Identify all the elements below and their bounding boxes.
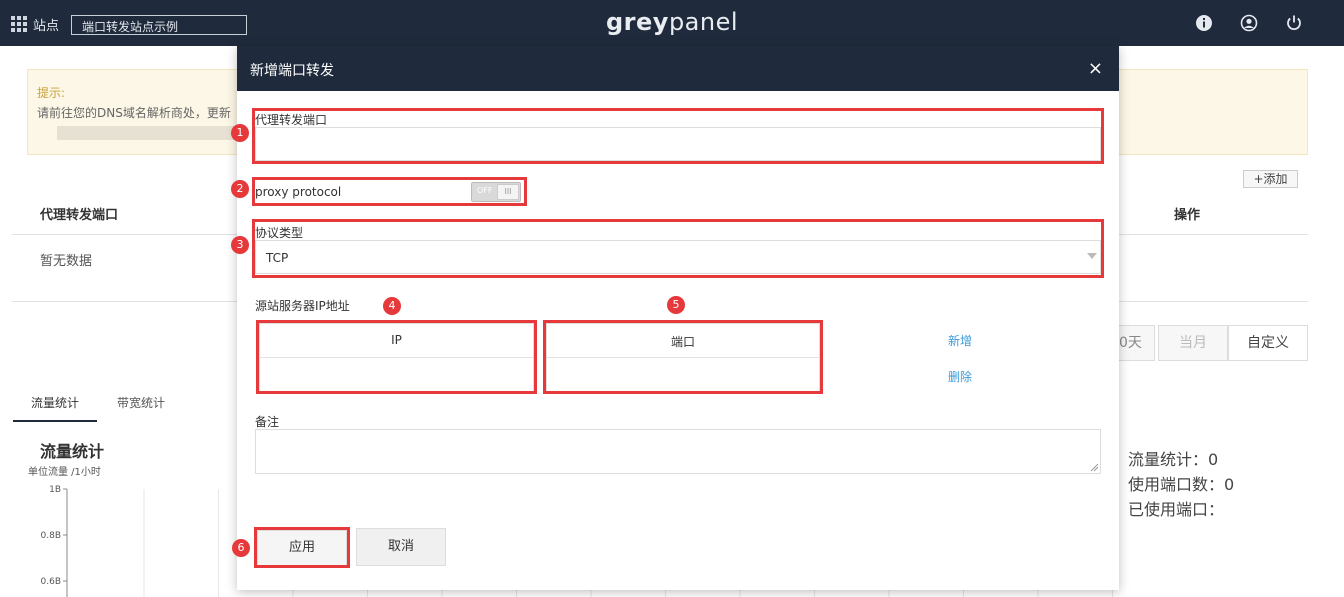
tip-text: 请前往您的DNS域名解析商处，更新 (37, 106, 231, 120)
active-tab-indicator (13, 420, 97, 422)
empty-table-text: 暂无数据 (40, 254, 93, 269)
grid-icon[interactable] (11, 16, 27, 32)
power-icon[interactable] (1285, 14, 1303, 32)
add-row-link[interactable]: 新增 (948, 332, 972, 349)
greypanel-logo: greypanel (606, 8, 739, 36)
marker-5: 5 (667, 296, 685, 314)
stat-traffic: 流量统计：0 (1128, 450, 1219, 469)
add-port-forward-dialog: 新增端口转发 × 代理转发端口 1 proxy protocol OFF III… (231, 46, 1119, 590)
user-icon[interactable] (1240, 14, 1258, 32)
highlight-box-4 (256, 320, 537, 394)
y-tick-label: 1B (49, 485, 61, 495)
note-textarea[interactable] (255, 429, 1101, 474)
range-option-month[interactable]: 当月 (1158, 325, 1228, 361)
highlight-box-6 (254, 527, 350, 568)
marker-6: 6 (232, 539, 250, 557)
dialog-title: 新增端口转发 (250, 63, 334, 79)
marker-3: 3 (231, 236, 249, 254)
tab-bandwidth[interactable]: 带宽统计 (117, 394, 165, 411)
column-header-proxy-port: 代理转发端口 (40, 208, 119, 223)
site-label: 站点 (33, 19, 60, 34)
highlight-box-2 (252, 177, 527, 206)
redacted-text (57, 126, 237, 140)
range-option-days[interactable]: 0天 (1118, 325, 1155, 361)
delete-row-link[interactable]: 删除 (948, 368, 972, 385)
note-label: 备注 (255, 415, 280, 429)
site-selector[interactable]: 端口转发站点示例 (71, 15, 247, 35)
close-icon[interactable]: × (1088, 58, 1103, 79)
highlight-box-1 (252, 108, 1104, 164)
info-icon[interactable] (1195, 14, 1213, 32)
column-header-actions: 操作 (1174, 208, 1201, 223)
resize-handle-icon[interactable] (1090, 463, 1099, 472)
origin-server-label: 源站服务器IP地址 (255, 299, 350, 313)
y-tick-label: 0.6B (41, 577, 62, 587)
marker-4: 4 (383, 297, 401, 315)
range-option-custom[interactable]: 自定义 (1228, 325, 1308, 361)
tab-traffic[interactable]: 流量统计 (31, 394, 79, 411)
add-button[interactable]: +添加 (1243, 170, 1298, 188)
highlight-box-3 (252, 219, 1104, 278)
marker-2: 2 (231, 180, 249, 198)
marker-1: 1 (231, 124, 249, 142)
tip-title: 提示: (37, 86, 66, 100)
chart-title: 流量统计 (40, 442, 105, 461)
cancel-button[interactable]: 取消 (356, 528, 446, 566)
dialog-header: 新增端口转发 × (237, 46, 1119, 91)
y-tick-label: 0.8B (41, 531, 62, 541)
top-navigation-bar: 站点 端口转发站点示例 greypanel (0, 0, 1344, 46)
highlight-box-5 (543, 320, 823, 394)
